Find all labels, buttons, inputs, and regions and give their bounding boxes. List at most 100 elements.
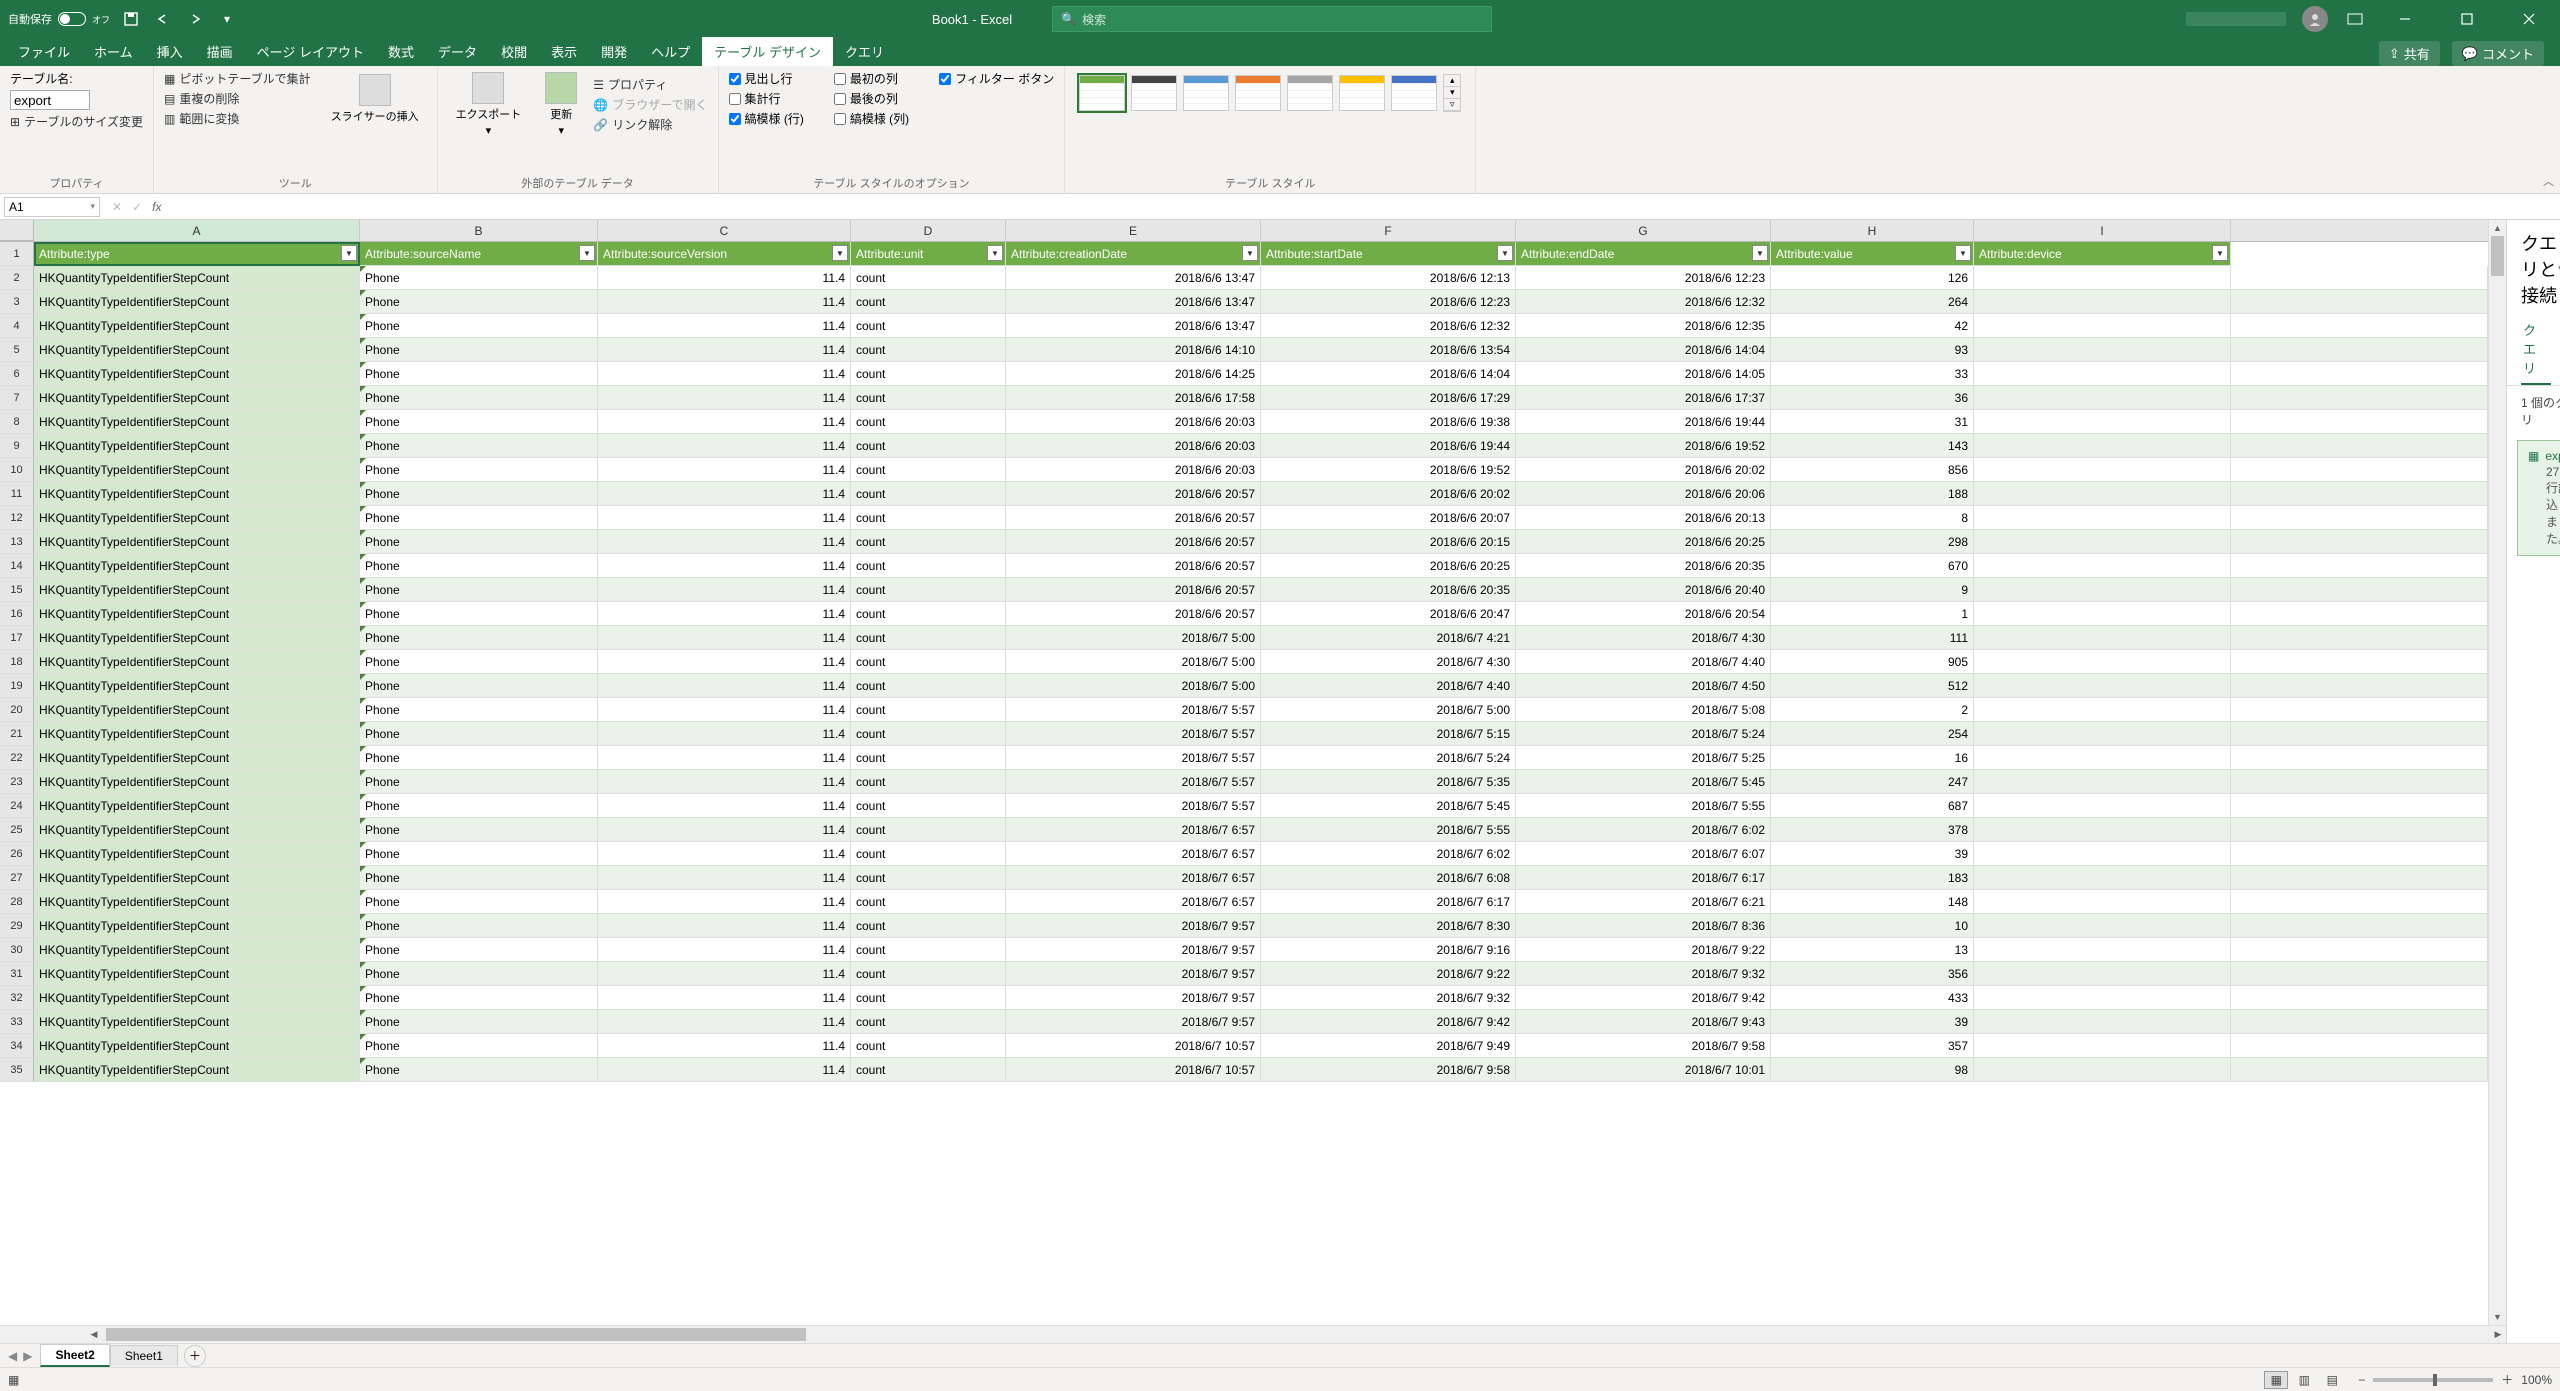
cell[interactable]: 2 bbox=[1771, 698, 1974, 722]
table-style-thumb[interactable] bbox=[1391, 75, 1437, 111]
col-header-F[interactable]: F bbox=[1261, 220, 1516, 241]
cell[interactable]: 2018/6/7 4:50 bbox=[1516, 674, 1771, 698]
view-page-layout-icon[interactable]: ▥ bbox=[2292, 1371, 2316, 1389]
cell[interactable]: 264 bbox=[1771, 290, 1974, 314]
col-header-C[interactable]: C bbox=[598, 220, 851, 241]
cell[interactable]: 2018/6/6 14:10 bbox=[1006, 338, 1261, 362]
cell[interactable]: HKQuantityTypeIdentifierStepCount bbox=[34, 626, 360, 650]
row-header[interactable]: 32 bbox=[0, 986, 34, 1010]
cell[interactable]: Phone bbox=[360, 650, 598, 674]
cell[interactable]: 2018/6/6 19:44 bbox=[1261, 434, 1516, 458]
sheet-tab-sheet2[interactable]: Sheet2 bbox=[40, 1344, 109, 1367]
row-header[interactable]: 30 bbox=[0, 938, 34, 962]
cell[interactable]: 11.4 bbox=[598, 290, 851, 314]
cell[interactable]: Phone bbox=[360, 362, 598, 386]
filter-dropdown-icon[interactable]: ▼ bbox=[1955, 245, 1971, 261]
cell[interactable]: count bbox=[851, 866, 1006, 890]
cell[interactable] bbox=[1974, 842, 2231, 866]
row-header[interactable]: 33 bbox=[0, 1010, 34, 1034]
cell[interactable]: HKQuantityTypeIdentifierStepCount bbox=[34, 314, 360, 338]
cell[interactable] bbox=[2231, 410, 2488, 434]
cell[interactable]: count bbox=[851, 530, 1006, 554]
row-header[interactable]: 27 bbox=[0, 866, 34, 890]
cell[interactable]: Phone bbox=[360, 578, 598, 602]
table-header-cell[interactable]: Attribute:unit▼ bbox=[851, 242, 1006, 266]
cell[interactable]: count bbox=[851, 458, 1006, 482]
cell[interactable]: 33 bbox=[1771, 362, 1974, 386]
col-header-G[interactable]: G bbox=[1516, 220, 1771, 241]
cell[interactable]: 11.4 bbox=[598, 770, 851, 794]
cell[interactable]: HKQuantityTypeIdentifierStepCount bbox=[34, 362, 360, 386]
cell[interactable]: HKQuantityTypeIdentifierStepCount bbox=[34, 578, 360, 602]
col-header-E[interactable]: E bbox=[1006, 220, 1261, 241]
cell[interactable]: Phone bbox=[360, 434, 598, 458]
cell[interactable]: count bbox=[851, 290, 1006, 314]
cell[interactable]: 2018/6/6 19:38 bbox=[1261, 410, 1516, 434]
filter-dropdown-icon[interactable]: ▼ bbox=[341, 245, 357, 261]
cell[interactable]: HKQuantityTypeIdentifierStepCount bbox=[34, 530, 360, 554]
chk-first-col[interactable]: 最初の列 bbox=[834, 70, 909, 87]
cell[interactable]: count bbox=[851, 362, 1006, 386]
cell[interactable]: HKQuantityTypeIdentifierStepCount bbox=[34, 890, 360, 914]
cell[interactable] bbox=[2231, 530, 2488, 554]
tab-formulas[interactable]: 数式 bbox=[376, 37, 426, 66]
cell[interactable]: 2018/6/7 9:42 bbox=[1261, 1010, 1516, 1034]
cell[interactable] bbox=[1974, 482, 2231, 506]
cell[interactable]: HKQuantityTypeIdentifierStepCount bbox=[34, 818, 360, 842]
cell[interactable]: 13 bbox=[1771, 938, 1974, 962]
cell[interactable]: Phone bbox=[360, 794, 598, 818]
cell[interactable]: 2018/6/6 20:03 bbox=[1006, 410, 1261, 434]
enter-formula-icon[interactable]: ✓ bbox=[132, 200, 142, 214]
cell[interactable]: 2018/6/7 10:01 bbox=[1516, 1058, 1771, 1082]
cell[interactable]: HKQuantityTypeIdentifierStepCount bbox=[34, 506, 360, 530]
cell[interactable]: 11.4 bbox=[598, 962, 851, 986]
cell[interactable]: 2018/6/7 9:42 bbox=[1516, 986, 1771, 1010]
tab-view[interactable]: 表示 bbox=[539, 37, 589, 66]
cell[interactable]: HKQuantityTypeIdentifierStepCount bbox=[34, 458, 360, 482]
col-header-D[interactable]: D bbox=[851, 220, 1006, 241]
cell[interactable]: 2018/6/6 20:25 bbox=[1516, 530, 1771, 554]
cell[interactable]: 2018/6/7 6:02 bbox=[1516, 818, 1771, 842]
cell[interactable] bbox=[2231, 482, 2488, 506]
tab-data[interactable]: データ bbox=[426, 37, 489, 66]
cell[interactable]: count bbox=[851, 578, 1006, 602]
cell[interactable]: count bbox=[851, 506, 1006, 530]
account-avatar[interactable] bbox=[2302, 6, 2328, 32]
cell[interactable]: 2018/6/7 9:49 bbox=[1261, 1034, 1516, 1058]
cell[interactable]: HKQuantityTypeIdentifierStepCount bbox=[34, 434, 360, 458]
cell[interactable] bbox=[2231, 842, 2488, 866]
horizontal-scrollbar[interactable]: ◀ ▶ bbox=[86, 1326, 2506, 1343]
cell[interactable] bbox=[1974, 986, 2231, 1010]
row-header[interactable]: 19 bbox=[0, 674, 34, 698]
style-gallery[interactable]: ▴▾▿ bbox=[1075, 70, 1465, 116]
cell[interactable]: 2018/6/7 9:58 bbox=[1516, 1034, 1771, 1058]
cell[interactable]: 2018/6/7 9:32 bbox=[1516, 962, 1771, 986]
cell[interactable] bbox=[2231, 554, 2488, 578]
cell[interactable]: Phone bbox=[360, 410, 598, 434]
cell[interactable]: 356 bbox=[1771, 962, 1974, 986]
cell[interactable] bbox=[1974, 386, 2231, 410]
cell[interactable]: Phone bbox=[360, 698, 598, 722]
fx-icon[interactable]: fx bbox=[152, 200, 161, 214]
cell[interactable]: count bbox=[851, 890, 1006, 914]
cell[interactable]: 2018/6/7 5:15 bbox=[1261, 722, 1516, 746]
cell[interactable]: 10 bbox=[1771, 914, 1974, 938]
cell[interactable]: count bbox=[851, 314, 1006, 338]
cell[interactable]: 2018/6/6 20:57 bbox=[1006, 578, 1261, 602]
maximize-button[interactable] bbox=[2444, 0, 2490, 38]
table-header-cell[interactable]: Attribute:sourceName▼ bbox=[360, 242, 598, 266]
refresh-button[interactable]: 更新▾ bbox=[537, 70, 585, 139]
cell[interactable]: 2018/6/6 20:25 bbox=[1261, 554, 1516, 578]
cell[interactable] bbox=[1974, 578, 2231, 602]
cell[interactable]: 11.4 bbox=[598, 554, 851, 578]
cell[interactable] bbox=[2231, 722, 2488, 746]
cell[interactable] bbox=[1974, 770, 2231, 794]
cell[interactable]: 2018/6/7 6:17 bbox=[1516, 866, 1771, 890]
cell[interactable]: Phone bbox=[360, 530, 598, 554]
cell[interactable]: 11.4 bbox=[598, 722, 851, 746]
cell[interactable]: 11.4 bbox=[598, 602, 851, 626]
cell[interactable]: 11.4 bbox=[598, 578, 851, 602]
cell[interactable] bbox=[2231, 962, 2488, 986]
col-header-H[interactable]: H bbox=[1771, 220, 1974, 241]
cell[interactable] bbox=[1974, 722, 2231, 746]
